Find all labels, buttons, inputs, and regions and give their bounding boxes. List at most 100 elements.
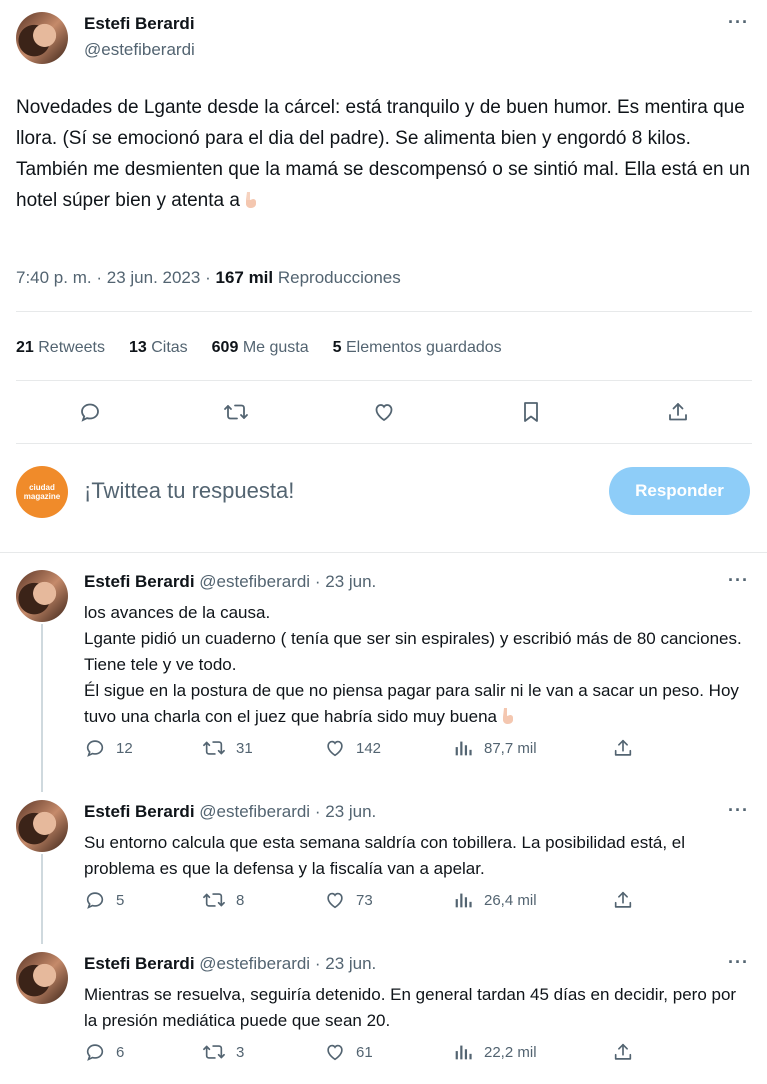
tweet-date[interactable]: 23 jun. 2023 — [107, 268, 201, 287]
tweet-time[interactable]: 7:40 p. m. — [16, 268, 92, 287]
retweet-action[interactable]: 8 — [202, 889, 244, 911]
more-icon[interactable]: ··· — [728, 570, 749, 591]
like-count: 73 — [356, 891, 373, 909]
views-label: Reproducciones — [277, 268, 401, 287]
reply-count-action[interactable]: 12 — [84, 737, 133, 759]
reply-count: 12 — [116, 739, 133, 757]
like-count: 61 — [356, 1043, 373, 1061]
retweet-action[interactable]: 31 — [202, 737, 253, 759]
reply-separator: · — [314, 572, 321, 591]
tweet-paragraph-2: También me desmienten que la mamá se des… — [16, 154, 756, 216]
thread-reply[interactable]: Estefi Berardi @estefiberardi · 23 jun. … — [0, 570, 767, 780]
retweet-icon — [203, 893, 225, 907]
reply-date[interactable]: 23 jun. — [325, 954, 376, 973]
views-count: 167 mil — [215, 268, 274, 287]
views-action[interactable]: 87,7 mil — [452, 737, 537, 759]
user-avatar-logo[interactable]: ciudad magazine — [16, 466, 68, 518]
share-icon[interactable] — [662, 396, 694, 428]
author-name[interactable]: Estefi Berardi — [84, 14, 195, 34]
retweet-icon[interactable] — [220, 396, 252, 428]
reply-icon — [86, 1044, 104, 1061]
quotes-stat[interactable]: 13 Citas — [129, 339, 188, 357]
thread-reply[interactable]: Estefi Berardi @estefiberardi · 23 jun. … — [0, 800, 767, 930]
share-action[interactable] — [612, 1041, 634, 1063]
reply-text: Mientras se resuelva, seguiría detenido.… — [84, 982, 754, 1034]
views-count: 87,7 mil — [484, 739, 537, 757]
views-action[interactable]: 26,4 mil — [452, 889, 537, 911]
share-icon — [614, 739, 632, 756]
meta-separator: · — [205, 268, 211, 287]
reply-author-handle[interactable]: @estefiberardi — [199, 572, 310, 591]
divider — [16, 311, 752, 312]
analytics-icon — [455, 1045, 472, 1060]
retweets-label: Retweets — [38, 339, 105, 356]
like-icon — [327, 1044, 343, 1061]
reply-line: Él sigue en la postura de que no piensa … — [84, 681, 739, 726]
share-icon — [614, 891, 632, 908]
section-divider — [0, 552, 767, 553]
retweets-stat[interactable]: 21 Retweets — [16, 339, 105, 357]
pointing-down-emoji-icon — [242, 191, 258, 209]
reply-line: los avances de la causa. — [84, 603, 271, 622]
reply-header: Estefi Berardi @estefiberardi · 23 jun. — [84, 954, 376, 974]
bookmarks-label: Elementos guardados — [345, 339, 502, 356]
author-handle[interactable]: @estefiberardi — [84, 40, 195, 60]
share-action[interactable] — [612, 737, 634, 759]
reply-author-name[interactable]: Estefi Berardi — [84, 802, 195, 821]
more-icon[interactable]: ··· — [728, 952, 749, 973]
more-icon[interactable]: ··· — [728, 12, 749, 33]
reply-count-action[interactable]: 6 — [84, 1041, 124, 1063]
reply-avatar[interactable] — [16, 952, 68, 1004]
like-action[interactable]: 61 — [324, 1041, 373, 1063]
reply-count: 5 — [116, 891, 125, 909]
reply-icon — [86, 740, 104, 757]
like-action[interactable]: 73 — [324, 889, 373, 911]
reply-button[interactable]: Responder — [609, 467, 750, 515]
likes-label: Me gusta — [242, 339, 309, 356]
reply-author-handle[interactable]: @estefiberardi — [199, 954, 310, 973]
reply-author-name[interactable]: Estefi Berardi — [84, 572, 195, 591]
tweet-paragraph-2-text: También me desmienten que la mamá se des… — [16, 159, 751, 211]
retweet-action[interactable]: 3 — [202, 1041, 244, 1063]
logo-text-line2: magazine — [23, 492, 61, 501]
like-icon[interactable] — [368, 396, 400, 428]
bookmarks-count: 5 — [332, 339, 342, 356]
tweet-paragraph-1: Novedades de Lgante desde la cárcel: est… — [16, 97, 745, 149]
share-action[interactable] — [612, 889, 634, 911]
tweet-actions — [0, 396, 767, 428]
retweet-count: 8 — [236, 891, 245, 909]
reply-line: Su entorno calcula que esta semana saldr… — [84, 833, 686, 878]
more-icon[interactable]: ··· — [728, 800, 749, 821]
like-action[interactable]: 142 — [324, 737, 381, 759]
reply-input-placeholder: ¡Twittea tu respuesta! — [84, 478, 295, 503]
views-count: 22,2 mil — [484, 1043, 537, 1061]
reply-date[interactable]: 23 jun. — [325, 572, 376, 591]
like-icon — [327, 892, 343, 909]
reply-avatar[interactable] — [16, 570, 68, 622]
divider — [16, 443, 752, 444]
retweet-icon — [203, 741, 225, 755]
analytics-icon — [455, 741, 472, 756]
thread-reply[interactable]: Estefi Berardi @estefiberardi · 23 jun. … — [0, 952, 767, 1082]
retweet-count: 3 — [236, 1043, 245, 1061]
divider — [16, 380, 752, 381]
views-action[interactable]: 22,2 mil — [452, 1041, 537, 1063]
reply-author-name[interactable]: Estefi Berardi — [84, 954, 195, 973]
reply-author-handle[interactable]: @estefiberardi — [199, 802, 310, 821]
author-avatar[interactable] — [16, 12, 68, 64]
pointing-down-emoji-icon — [499, 707, 515, 725]
bookmark-icon[interactable] — [515, 396, 547, 428]
bookmarks-stat[interactable]: 5 Elementos guardados — [333, 339, 502, 357]
analytics-icon — [455, 893, 472, 908]
reply-input[interactable]: ¡Twittea tu respuesta! — [84, 478, 294, 504]
reply-icon[interactable] — [74, 396, 106, 428]
tweet-meta: 7:40 p. m. · 23 jun. 2023 · 167 mil Repr… — [16, 268, 401, 288]
likes-stat[interactable]: 609 Me gusta — [212, 339, 309, 357]
reply-header: Estefi Berardi @estefiberardi · 23 jun. — [84, 802, 376, 822]
quotes-count: 13 — [128, 339, 147, 356]
reply-date[interactable]: 23 jun. — [325, 802, 376, 821]
reply-separator: · — [314, 954, 321, 973]
reply-avatar[interactable] — [16, 800, 68, 852]
reply-count-action[interactable]: 5 — [84, 889, 124, 911]
like-icon — [327, 740, 343, 757]
